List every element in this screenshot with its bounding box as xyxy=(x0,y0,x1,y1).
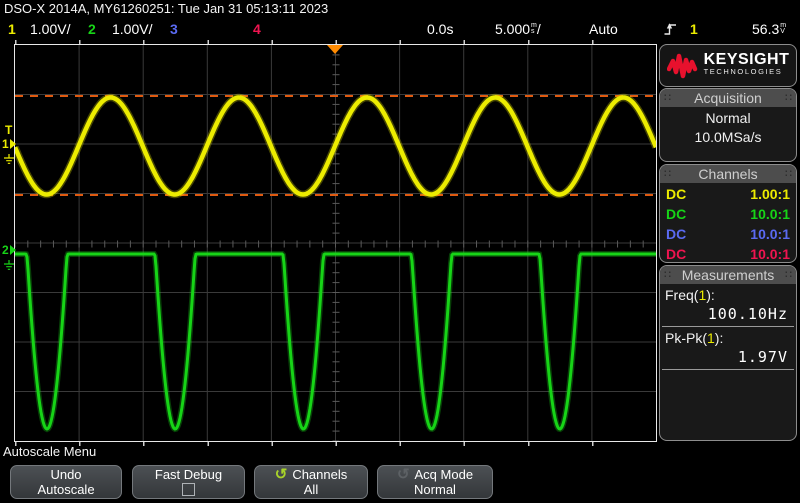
fast-debug-checkbox[interactable] xyxy=(182,483,195,496)
status-timebase[interactable]: 5.000ms/ xyxy=(495,21,541,37)
waveform-display-area xyxy=(14,44,657,442)
grip-icon: ∷ xyxy=(785,169,792,179)
measurements-header[interactable]: ∷ Measurements ∷ xyxy=(660,266,796,284)
trigger-slope-icon xyxy=(664,21,677,37)
ch2-ground-icon xyxy=(3,257,15,275)
measurement-pkpk-label: Pk-Pk(1): xyxy=(660,327,796,346)
acquisition-sample-rate: 10.0MSa/s xyxy=(660,129,796,145)
grip-icon: ∷ xyxy=(664,270,671,280)
window-title: DSO-X 2014A, MY61260251: Tue Jan 31 05:1… xyxy=(4,1,328,16)
status-ch3-number[interactable]: 3 xyxy=(170,21,178,37)
timebase-slash: / xyxy=(537,21,541,37)
ch2-coupling: DC xyxy=(666,206,686,222)
status-ch4-number[interactable]: 4 xyxy=(253,21,261,37)
trigger-time-marker[interactable] xyxy=(327,45,343,54)
trigger-level-unit: mV xyxy=(780,23,786,35)
refresh-icon: ↺ xyxy=(275,468,288,481)
measurements-title: Measurements xyxy=(682,267,775,283)
ch1-ground-marker[interactable]: 1 xyxy=(2,139,16,149)
ch1-ground-icon xyxy=(3,151,15,169)
ch1-marker-label: 1 xyxy=(2,139,9,149)
measurement-freq-label: Freq(1): xyxy=(660,284,796,303)
menu-title: Autoscale Menu xyxy=(3,444,96,459)
grip-icon: ∷ xyxy=(785,270,792,280)
grip-icon: ∷ xyxy=(785,93,792,103)
status-ch1-number[interactable]: 1 xyxy=(8,21,16,37)
keysight-spark-icon xyxy=(667,52,699,80)
ch3-coupling: DC xyxy=(666,226,686,242)
channel-row-1[interactable]: DC 1.00:1 xyxy=(660,183,796,203)
grip-icon: ∷ xyxy=(664,169,671,179)
channel-row-3[interactable]: DC 10.0:1 xyxy=(660,223,796,243)
measurement-separator xyxy=(662,369,794,370)
logo-sub-text: TECHNOLOGIES xyxy=(704,66,790,78)
ch1-probe-ratio: 1.00:1 xyxy=(750,186,790,202)
logo-brand-text: KEYSIGHT xyxy=(704,54,790,66)
status-trigger-source[interactable]: 1 xyxy=(690,21,698,37)
status-trigger-level[interactable]: 56.3mV xyxy=(752,21,786,37)
oscilloscope-screen: DSO-X 2014A, MY61260251: Tue Jan 31 05:1… xyxy=(0,0,800,503)
trigger-level-marker[interactable]: T xyxy=(5,123,12,137)
ch3-probe-ratio: 10.0:1 xyxy=(750,226,790,242)
ch2-marker-arrow-icon xyxy=(10,245,16,255)
channel-row-4[interactable]: DC 10.0:1 xyxy=(660,243,796,263)
measurements-panel: ∷ Measurements ∷ Freq(1): 100.10Hz Pk-Pk… xyxy=(659,265,797,441)
timebase-value: 5.000 xyxy=(495,21,530,37)
status-trigger-mode[interactable]: Auto xyxy=(589,21,618,37)
keysight-logo: KEYSIGHT TECHNOLOGIES xyxy=(659,44,797,87)
status-ch2-number[interactable]: 2 xyxy=(88,21,96,37)
ch4-coupling: DC xyxy=(666,246,686,262)
trigger-level-value: 56.3 xyxy=(752,21,779,37)
graticule-bottom-ticks xyxy=(15,442,656,446)
measurement-pkpk-value: 1.97V xyxy=(660,346,796,369)
acq-mode-button[interactable]: ↺Acq Mode Normal xyxy=(377,465,493,499)
ch2-probe-ratio: 10.0:1 xyxy=(750,206,790,222)
ch4-probe-ratio: 10.0:1 xyxy=(750,246,790,262)
refresh-icon-dim: ↺ xyxy=(397,468,410,481)
grip-icon: ∷ xyxy=(664,93,671,103)
measurement-freq-value: 100.10Hz xyxy=(660,303,796,326)
channel-row-2[interactable]: DC 10.0:1 xyxy=(660,203,796,223)
channels-title: Channels xyxy=(698,166,757,182)
acquisition-header[interactable]: ∷ Acquisition ∷ xyxy=(660,89,796,107)
fast-debug-button[interactable]: Fast Debug xyxy=(132,465,245,499)
ch1-marker-arrow-icon xyxy=(10,139,16,149)
acquisition-mode: Normal xyxy=(660,110,796,126)
channels-all-button[interactable]: ↺Channels All xyxy=(254,465,368,499)
acquisition-title: Acquisition xyxy=(694,90,762,106)
undo-autoscale-button[interactable]: Undo Autoscale xyxy=(10,465,122,499)
ch1-coupling: DC xyxy=(666,186,686,202)
channels-header[interactable]: ∷ Channels ∷ xyxy=(660,165,796,183)
status-ch1-scale[interactable]: 1.00V/ xyxy=(30,21,70,37)
status-delay[interactable]: 0.0s xyxy=(427,21,453,37)
waveform-svg xyxy=(15,45,656,441)
channels-panel: ∷ Channels ∷ DC 1.00:1 DC 10.0:1 DC 10.0… xyxy=(659,164,797,263)
status-ch2-scale[interactable]: 1.00V/ xyxy=(112,21,152,37)
acquisition-panel: ∷ Acquisition ∷ Normal 10.0MSa/s xyxy=(659,88,797,162)
ch2-marker-label: 2 xyxy=(2,245,9,255)
ch2-ground-marker[interactable]: 2 xyxy=(2,245,16,255)
